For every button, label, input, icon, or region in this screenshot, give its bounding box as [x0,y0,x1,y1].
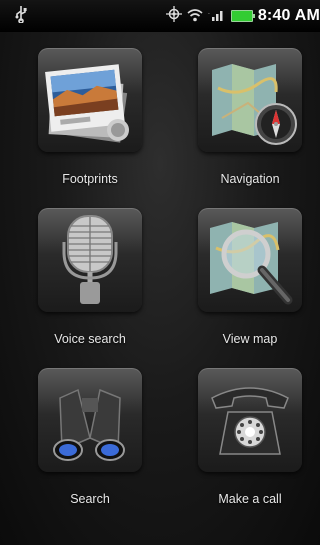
microphone-icon [62,215,118,304]
tile [198,48,302,152]
app-view-map[interactable]: View map [160,202,320,362]
app-voice-search[interactable]: Voice search [0,202,160,362]
app-label: View map [222,332,278,346]
photo-stack-icon [45,64,129,143]
app-label: Navigation [220,172,280,186]
tile [38,48,142,152]
tile [198,368,302,472]
telephone-icon [211,387,289,455]
app-label: Make a call [218,492,282,506]
app-label: Voice search [54,332,126,346]
usb-icon [14,5,28,27]
status-bar: . 8:40 AM [0,0,320,32]
home-screen: . 8:40 AM Footprints Navigation Voice se… [0,0,320,545]
wifi-icon [187,7,203,26]
signal-icon: . [208,7,226,26]
tile [198,208,302,312]
clock: 8:40 AM [257,7,320,24]
map-magnifier-icon [210,222,293,305]
app-label: Search [70,492,110,506]
tile [38,368,142,472]
map-compass-icon [212,64,297,145]
app-footprints[interactable]: Footprints [0,42,160,202]
svg-text:.: . [208,9,210,16]
app-search[interactable]: Search [0,362,160,522]
app-label: Footprints [62,172,118,186]
battery-icon [230,10,255,22]
tile [38,208,142,312]
app-make-a-call[interactable]: Make a call [160,362,320,522]
app-navigation[interactable]: Navigation [160,42,320,202]
gps-icon [165,6,182,26]
binoculars-icon [53,388,125,461]
